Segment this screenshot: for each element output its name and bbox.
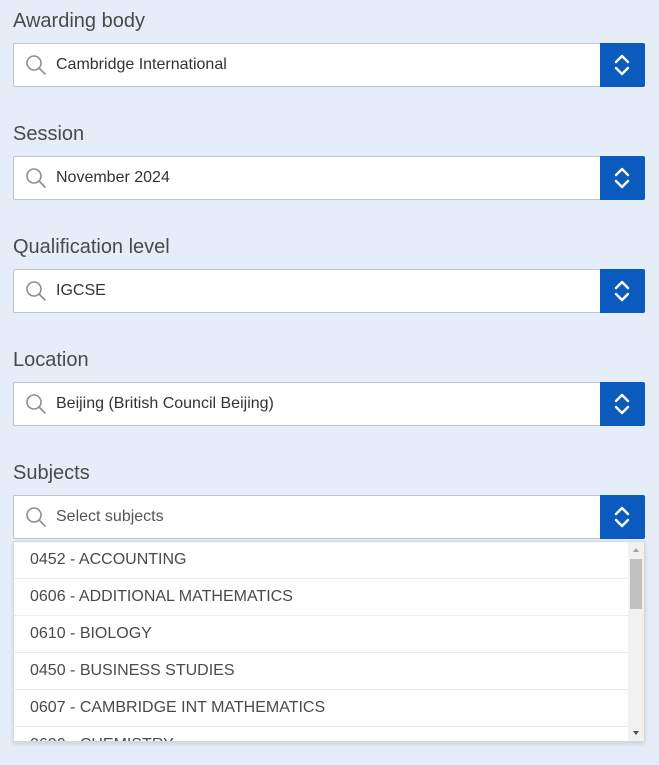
subjects-dropdown: 0452 - ACCOUNTING 0606 - ADDITIONAL MATH… (13, 541, 645, 742)
session-select[interactable]: November 2024 (13, 156, 645, 200)
subjects-toggle-button[interactable] (600, 495, 645, 539)
qualification-level-select[interactable]: IGCSE (13, 269, 645, 313)
search-icon (26, 55, 46, 75)
subject-option[interactable]: 0452 - ACCOUNTING (14, 542, 629, 579)
subjects-option-list: 0452 - ACCOUNTING 0606 - ADDITIONAL MATH… (14, 542, 629, 741)
search-icon (26, 168, 46, 188)
dropdown-scrollbar[interactable] (628, 542, 644, 741)
subjects-select[interactable]: Select subjects (13, 495, 645, 539)
session-toggle-button[interactable] (600, 156, 645, 200)
scroll-down-arrow-icon[interactable] (633, 731, 639, 735)
search-icon (26, 281, 46, 301)
subject-option[interactable]: 0610 - BIOLOGY (14, 616, 629, 653)
subject-option[interactable]: 0450 - BUSINESS STUDIES (14, 653, 629, 690)
location-toggle-button[interactable] (600, 382, 645, 426)
qualification-level-toggle-button[interactable] (600, 269, 645, 313)
scroll-up-arrow-icon[interactable] (633, 548, 639, 552)
location-select[interactable]: Beijing (British Council Beijing) (13, 382, 645, 426)
search-icon (26, 507, 46, 527)
qualification-level-value: IGCSE (56, 282, 106, 299)
location-label: Location (13, 349, 89, 371)
up-down-chevron-icon (614, 393, 630, 415)
location-value: Beijing (British Council Beijing) (56, 395, 274, 412)
scrollbar-thumb[interactable] (630, 559, 642, 609)
awarding-body-label: Awarding body (13, 10, 145, 32)
search-icon (26, 394, 46, 414)
subjects-search-input[interactable]: Select subjects (56, 496, 164, 538)
awarding-body-select[interactable]: Cambridge International (13, 43, 645, 87)
session-label: Session (13, 123, 85, 145)
session-value: November 2024 (56, 169, 170, 186)
awarding-body-toggle-button[interactable] (600, 43, 645, 87)
subject-option[interactable]: 0607 - CAMBRIDGE INT MATHEMATICS (14, 690, 629, 727)
qualification-level-label: Qualification level (13, 236, 170, 258)
subject-option[interactable]: 0620 - CHEMISTRY (14, 727, 629, 741)
subject-option[interactable]: 0606 - ADDITIONAL MATHEMATICS (14, 579, 629, 616)
up-down-chevron-icon (614, 54, 630, 76)
subjects-label: Subjects (13, 462, 90, 484)
up-down-chevron-icon (614, 280, 630, 302)
up-down-chevron-icon (614, 167, 630, 189)
awarding-body-value: Cambridge International (56, 56, 227, 73)
up-down-chevron-icon (614, 506, 630, 528)
